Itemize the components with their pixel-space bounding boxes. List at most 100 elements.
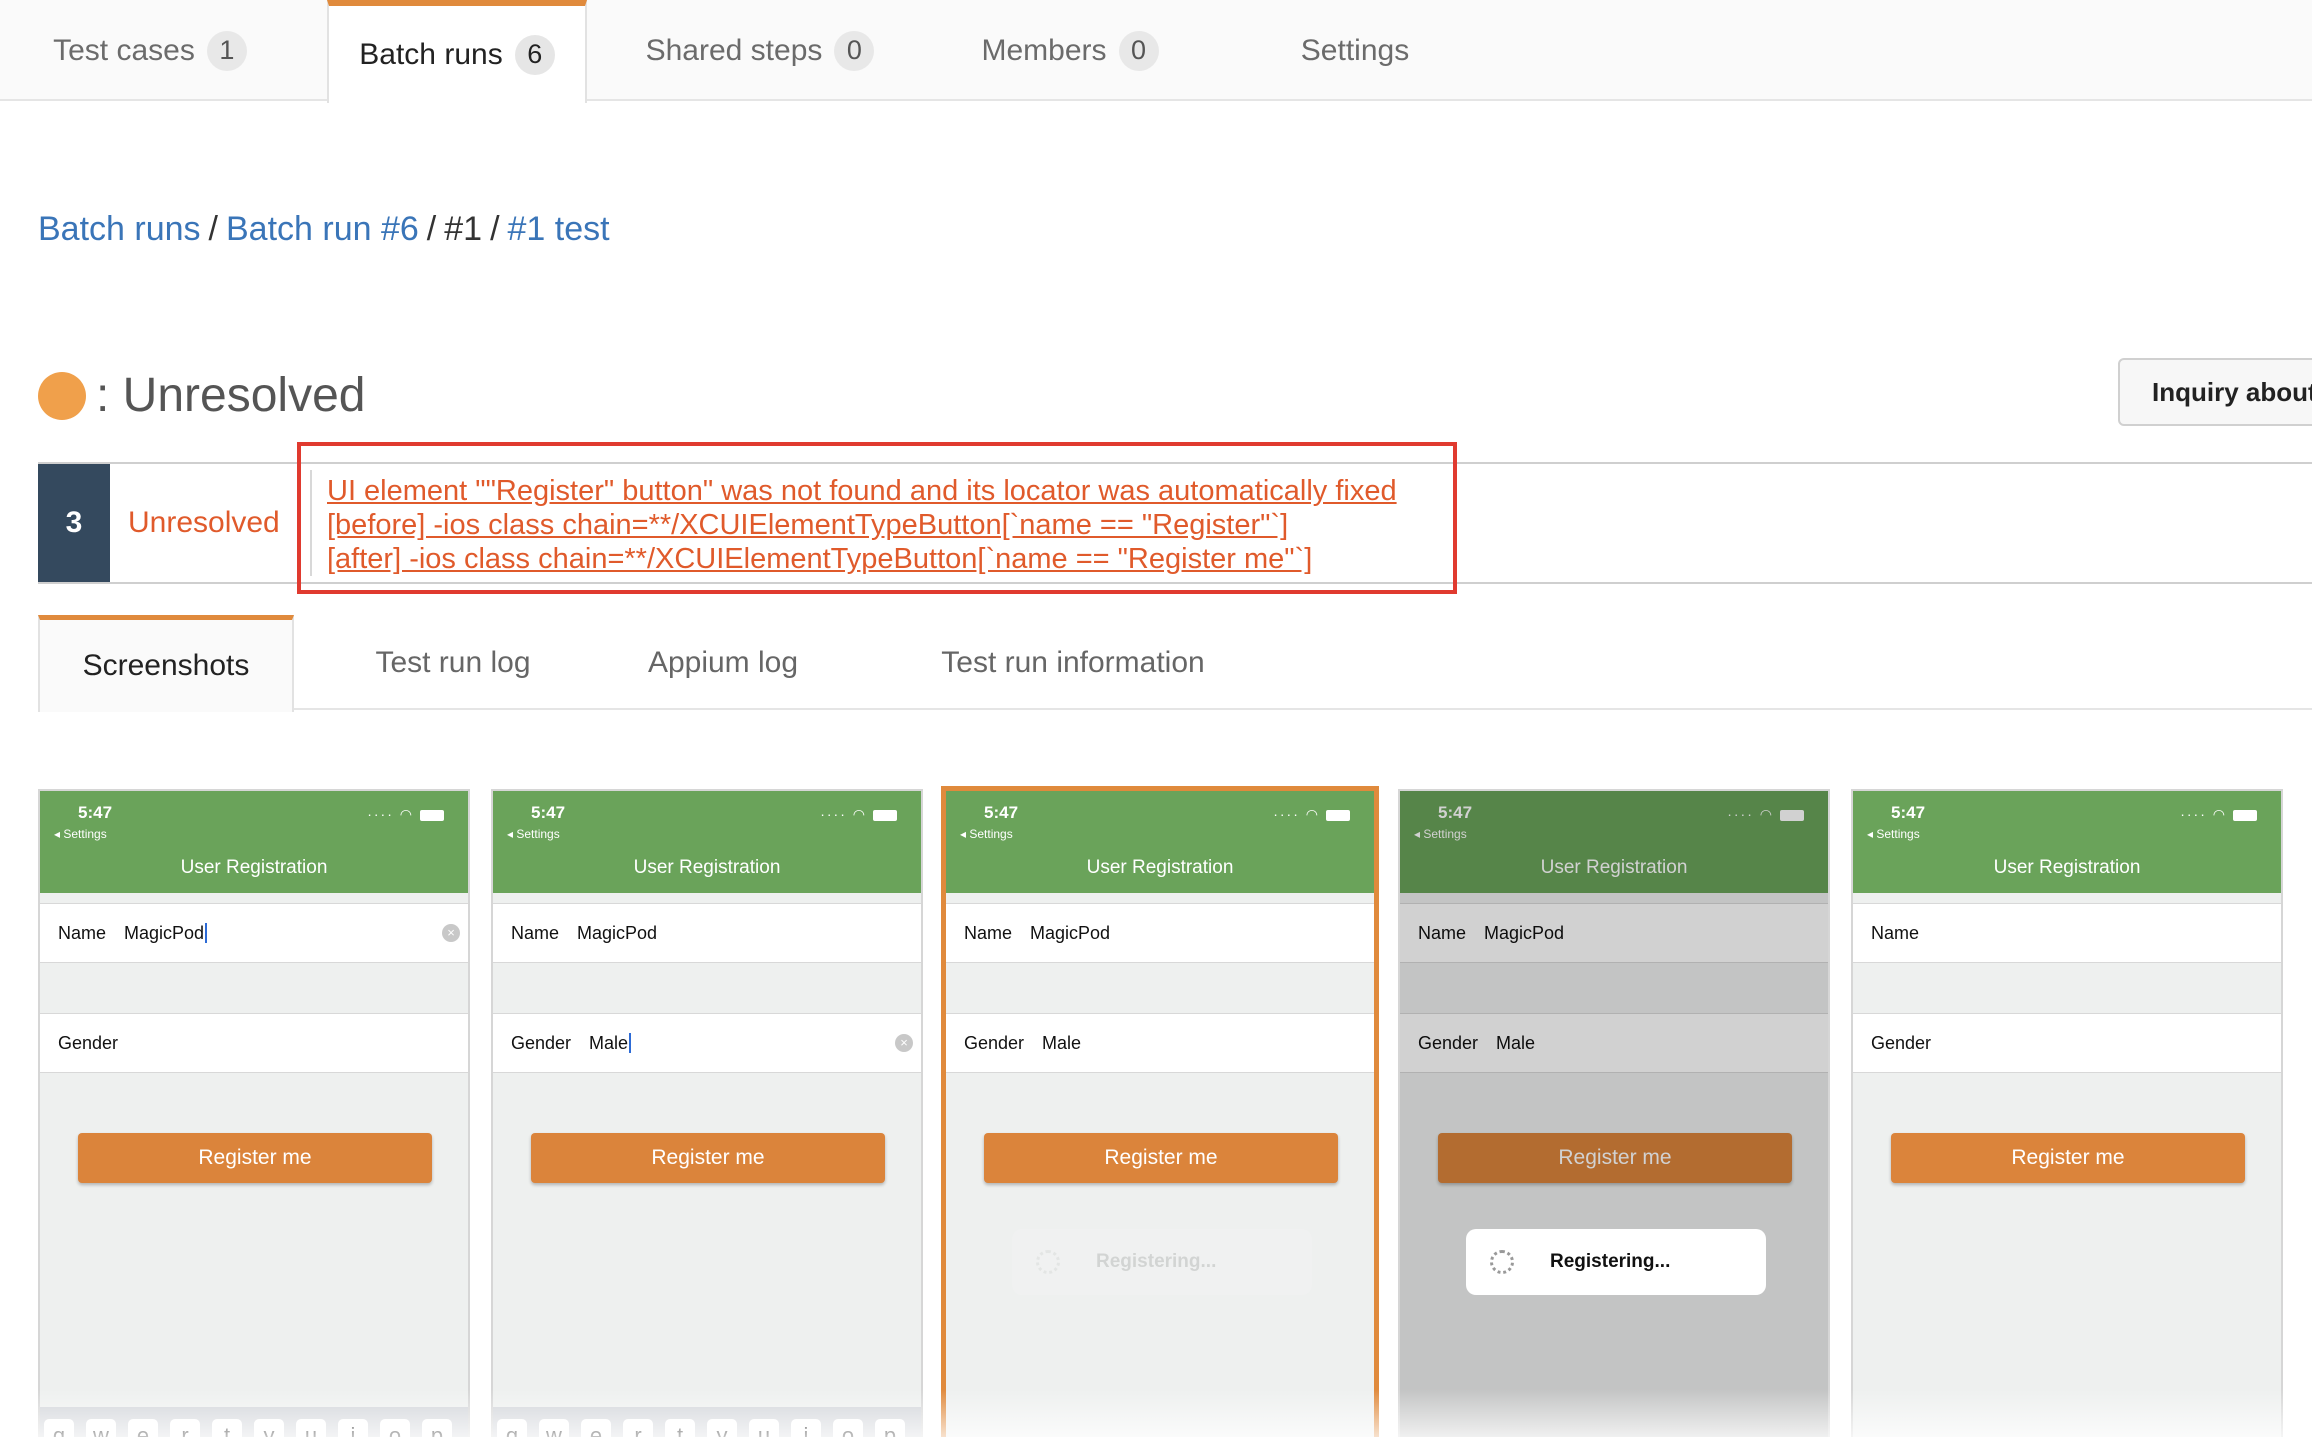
top-tab-bar: Test cases 1 Batch runs 6 Shared steps 0…: [0, 0, 2312, 103]
clear-icon: ×: [895, 1034, 913, 1052]
phone-screen-title: User Registration: [633, 857, 781, 878]
status-time: 5:47: [78, 803, 113, 822]
inquiry-button[interactable]: Inquiry about: [2118, 358, 2312, 426]
register-button: Register me: [531, 1133, 885, 1183]
modal-overlay: [1400, 791, 1828, 1437]
field-label: Gender: [511, 1032, 572, 1053]
count-badge: 0: [1118, 30, 1159, 71]
toast-label: Registering...: [1096, 1251, 1217, 1272]
breadcrumb-separator: /: [208, 210, 218, 248]
spinner-icon: [1036, 1250, 1060, 1274]
breadcrumb-run: #1: [444, 210, 483, 248]
key: u: [296, 1419, 326, 1437]
breadcrumb-separator: /: [426, 210, 437, 248]
breadcrumb-batch-runs[interactable]: Batch runs: [38, 210, 201, 248]
status-time: 5:47: [531, 803, 566, 822]
tab-batch-runs[interactable]: Batch runs 6: [327, 0, 587, 103]
key: y: [254, 1419, 284, 1437]
field-label: Name: [964, 922, 1013, 943]
text-cursor: [629, 1033, 632, 1053]
field-label: Gender: [964, 1032, 1025, 1053]
register-button: Register me: [984, 1133, 1338, 1183]
screenshot-thumbnail[interactable]: 5:47 ◂ Settings ···· ◠ User Registration…: [38, 789, 470, 1437]
key: q: [44, 1419, 74, 1437]
registering-toast: Registering...: [1012, 1229, 1312, 1295]
keyboard: q w e r t y u i o p: [493, 1407, 921, 1437]
key: p: [875, 1419, 905, 1437]
field-label: Gender: [58, 1032, 119, 1053]
screenshot-thumbnail[interactable]: 5:47 ◂ Settings ···· ◠ User Registration…: [491, 789, 923, 1437]
key: w: [539, 1419, 569, 1437]
breadcrumb-batch-run[interactable]: Batch run #6: [226, 210, 419, 248]
key: e: [581, 1419, 611, 1437]
status-heading: : Unresolved: [38, 368, 365, 423]
tab-label: Batch runs: [359, 37, 503, 71]
phone-nav-bar: 5:47 ◂ Settings ···· ◠ User Registration: [1853, 791, 2281, 893]
phone-nav-bar: 5:47 ◂ Settings ···· ◠ User Registration: [946, 791, 1374, 893]
clear-icon: ×: [442, 924, 460, 942]
back-link: ◂ Settings: [1867, 827, 1920, 841]
field-label: Name: [58, 922, 107, 943]
key: o: [833, 1419, 863, 1437]
phone-nav-bar: 5:47 ◂ Settings ···· ◠ User Registration: [40, 791, 468, 893]
key: u: [749, 1419, 779, 1437]
name-field: Name MagicPod ×: [40, 903, 468, 963]
field-value: MagicPod: [124, 922, 205, 943]
key: t: [665, 1419, 695, 1437]
tab-settings[interactable]: Settings: [1260, 0, 1450, 101]
status-time: 5:47: [984, 803, 1019, 822]
signal-wifi-battery-icon: ···· ◠: [1273, 806, 1350, 823]
tab-shared-steps[interactable]: Shared steps 0: [640, 0, 880, 101]
gender-field: Gender: [1853, 1013, 2281, 1073]
status-label: : Unresolved: [96, 369, 366, 422]
screenshot-thumbnail[interactable]: 5:47 ◂ Settings ···· ◠ User Registration…: [1398, 789, 1830, 1437]
phone-screen-title: User Registration: [1086, 857, 1234, 878]
detail-tab-bar: Screenshots Test run log Appium log Test…: [38, 615, 2312, 712]
key: e: [128, 1419, 158, 1437]
key: r: [170, 1419, 200, 1437]
key: p: [422, 1419, 452, 1437]
screenshot-thumbnail[interactable]: 5:47 ◂ Settings ···· ◠ User Registration…: [1851, 789, 2283, 1437]
tab-test-run-log[interactable]: Test run log: [338, 615, 568, 710]
status-time: 5:47: [1891, 803, 1926, 822]
tab-screenshots[interactable]: Screenshots: [38, 615, 294, 712]
gender-field: Gender Male: [946, 1013, 1374, 1073]
back-link: ◂ Settings: [507, 827, 560, 841]
highlight-box: [297, 442, 1457, 594]
tab-test-run-information[interactable]: Test run information: [908, 615, 1238, 710]
signal-wifi-battery-icon: ···· ◠: [367, 806, 444, 823]
field-value: MagicPod: [577, 922, 658, 943]
back-link: ◂ Settings: [960, 827, 1013, 841]
name-field: Name: [1853, 903, 2281, 963]
breadcrumb-separator: /: [490, 210, 500, 248]
key: q: [497, 1419, 527, 1437]
tab-label: Test cases: [53, 33, 195, 67]
status-dot-icon: [38, 371, 86, 420]
tab-test-cases[interactable]: Test cases 1: [40, 0, 260, 101]
signal-wifi-battery-icon: ···· ◠: [820, 806, 897, 823]
name-field: Name MagicPod: [493, 903, 921, 963]
toast-label: Registering...: [1550, 1251, 1671, 1272]
key: y: [707, 1419, 737, 1437]
breadcrumb: Batch runs / Batch run #6/#1/#1 test: [38, 210, 610, 249]
text-cursor: [205, 923, 208, 943]
register-button: Register me: [78, 1133, 432, 1183]
field-label: Gender: [1871, 1032, 1932, 1053]
tab-appium-log[interactable]: Appium log: [618, 615, 828, 710]
screenshot-thumbnail-selected[interactable]: 5:47 ◂ Settings ···· ◠ User Registration…: [941, 786, 1379, 1437]
gender-field: Gender: [40, 1013, 468, 1073]
breadcrumb-test[interactable]: #1 test: [508, 210, 610, 248]
gender-field: Gender Male ×: [493, 1013, 921, 1073]
tab-label: Members: [981, 33, 1107, 67]
spinner-icon: [1490, 1250, 1514, 1274]
step-number: 3: [38, 464, 110, 582]
key: i: [791, 1419, 821, 1437]
phone-screen-title: User Registration: [1993, 857, 2141, 878]
tab-label: Settings: [1300, 33, 1410, 67]
keyboard: q w e r t y u i o p: [40, 1407, 468, 1437]
signal-wifi-battery-icon: ···· ◠: [2180, 806, 2257, 823]
tab-members[interactable]: Members 0: [960, 0, 1180, 101]
field-label: Name: [511, 922, 560, 943]
back-link: ◂ Settings: [54, 827, 107, 841]
field-value: Male: [1042, 1032, 1082, 1053]
